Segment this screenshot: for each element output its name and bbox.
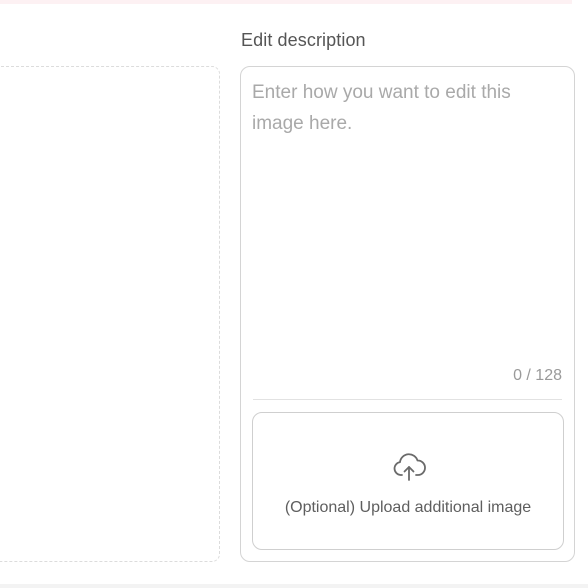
upload-additional-image-button[interactable]: (Optional) Upload additional image — [252, 412, 564, 550]
edit-description-label: Edit description — [241, 30, 366, 50]
upload-additional-image-label: (Optional) Upload additional image — [284, 499, 532, 516]
bottom-border — [0, 584, 588, 588]
divider — [253, 399, 562, 400]
char-count: 0 / 128 — [513, 367, 562, 384]
image-drop-area[interactable] — [0, 66, 220, 562]
edit-description-input[interactable] — [252, 77, 564, 357]
edit-description-panel: 0 / 128 (Optional) Upload additional ima… — [240, 66, 575, 562]
page: Edit description 0 / 128 (Optional) Uplo… — [0, 0, 588, 588]
cloud-upload-icon — [393, 453, 426, 481]
top-band — [0, 0, 572, 4]
